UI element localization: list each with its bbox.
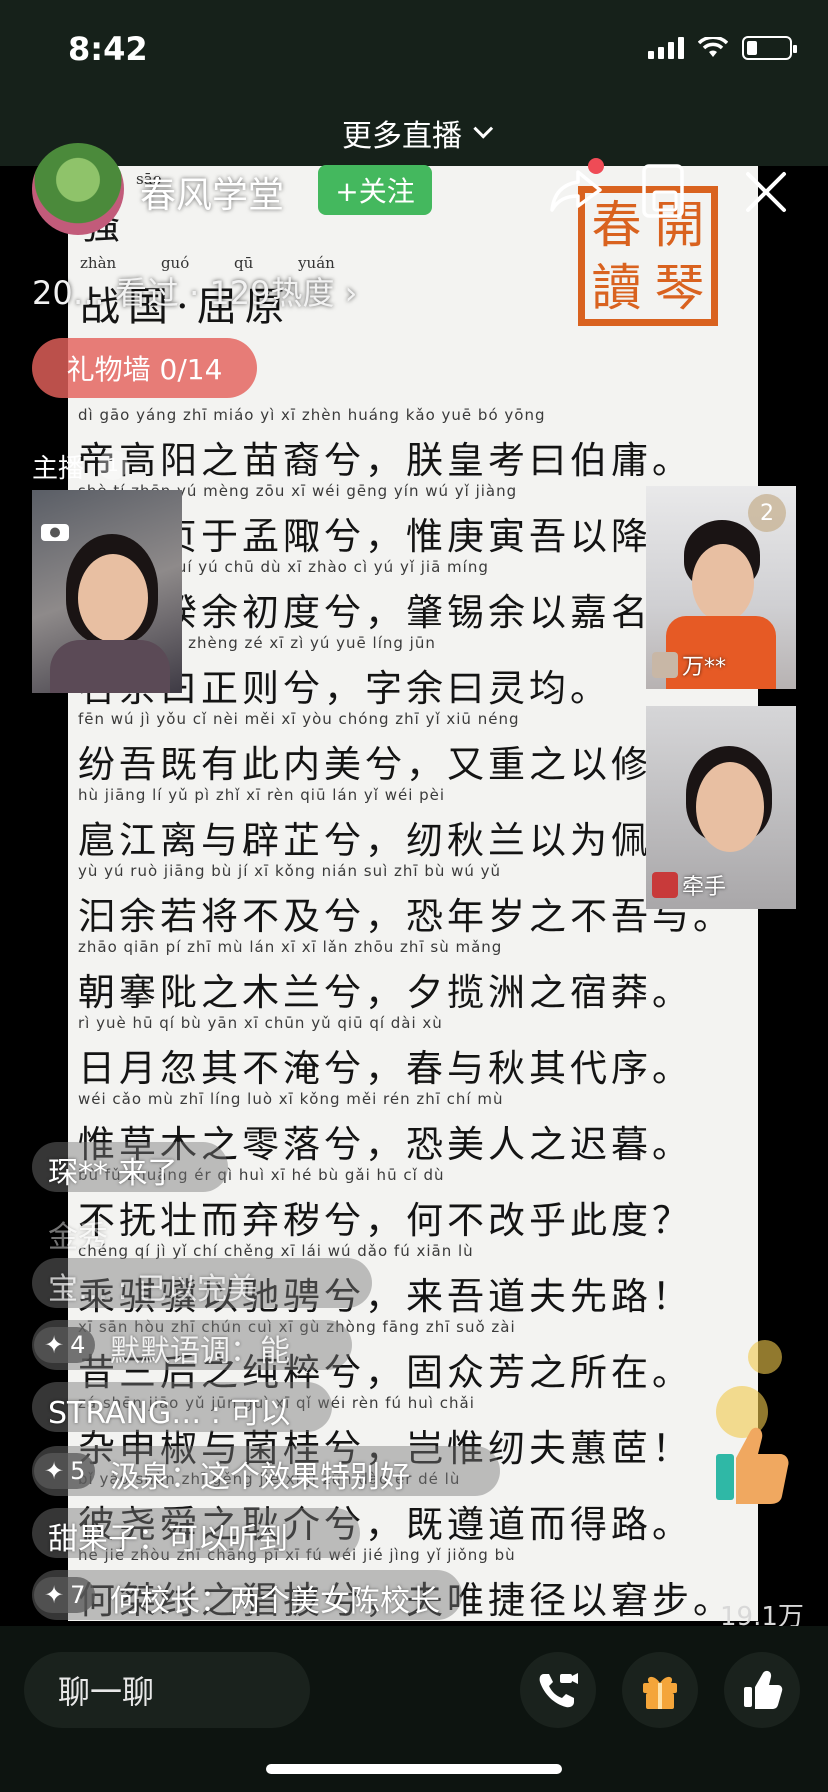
more-live-button[interactable]: 更多直播	[0, 100, 828, 166]
status-icons	[648, 36, 797, 60]
gift-button[interactable]	[622, 1652, 698, 1728]
user-level-badge: ✦ 4	[34, 1327, 96, 1363]
thumbs-up-icon	[744, 1670, 783, 1709]
chat-message: 宝… : 已以完美	[48, 1272, 258, 1307]
host-label: 主播	[32, 454, 85, 484]
chat-message: STRANG… : 可以	[48, 1396, 291, 1431]
user-level-badge: ✦ 7	[34, 1577, 96, 1613]
home-indicator[interactable]	[266, 1764, 562, 1774]
channel-name[interactable]: 春风学堂	[140, 166, 284, 218]
chat-message: 默默语调：能	[110, 1334, 290, 1369]
picture-in-picture-icon[interactable]	[640, 162, 686, 220]
chat-message: 甜果子：可以听到	[48, 1522, 288, 1557]
video-call-button[interactable]	[520, 1652, 596, 1728]
follow-button[interactable]: +关注	[318, 165, 432, 215]
battery-icon	[742, 36, 797, 60]
channel-avatar[interactable]	[32, 143, 124, 235]
guest-mini-avatar	[652, 652, 678, 678]
phone-video-icon	[539, 1673, 578, 1708]
notification-dot	[588, 158, 604, 174]
chat-message: 金秀	[48, 1220, 108, 1255]
guest-mini-avatar	[652, 872, 678, 898]
chat-message: 何校长：两个美女陈校长	[110, 1584, 440, 1619]
emoji-reaction-icon	[748, 1340, 782, 1374]
gift-wall-button[interactable]: 礼物墙 0/14	[32, 338, 257, 398]
more-live-label: 更多直播	[342, 119, 462, 154]
cellular-signal-icon	[648, 37, 684, 59]
chat-join-message: 琛** 来了	[48, 1156, 178, 1191]
guest-number-badge: 2	[748, 494, 786, 532]
thumbs-up-reaction-icon	[716, 1427, 789, 1504]
gift-icon	[643, 1676, 677, 1709]
guest-face	[692, 544, 754, 622]
guest-face	[696, 762, 764, 852]
chevron-down-icon	[473, 118, 494, 139]
host-video-tile[interactable]	[32, 490, 182, 693]
close-icon[interactable]	[738, 164, 794, 220]
guest-video-tile[interactable]: 牵手	[646, 706, 796, 909]
chat-message: 汲泉：这个效果特别好	[110, 1460, 410, 1495]
view-stats[interactable]: 20… 看过 · 129热度 ›	[32, 268, 357, 314]
guest-name: 万**	[652, 649, 726, 681]
poem-line: dì gāo yáng zhī miáo yì xī zhèn huáng kǎ…	[78, 406, 693, 482]
host-face	[78, 554, 148, 642]
guest-name: 牵手	[652, 869, 726, 901]
wifi-icon	[698, 37, 728, 57]
battery-level	[747, 41, 757, 55]
status-time: 8:42	[68, 30, 148, 68]
guest-video-tile[interactable]: 2 万**	[646, 486, 796, 689]
user-level-badge: ✦ 5	[34, 1453, 96, 1489]
chat-input[interactable]: 聊一聊	[24, 1652, 310, 1728]
like-button[interactable]	[724, 1652, 800, 1728]
poem-line: rì yuè hū qí bù yān xī chūn yǔ qiū qí dà…	[78, 1014, 693, 1090]
poem-line: zhāo qiān pí zhī mù lán xī xī lǎn zhōu z…	[78, 938, 693, 1014]
host-body	[50, 640, 170, 693]
status-bar: 8:42	[0, 0, 828, 100]
host-number-badge: 1	[98, 450, 128, 480]
camera-icon	[41, 524, 69, 541]
